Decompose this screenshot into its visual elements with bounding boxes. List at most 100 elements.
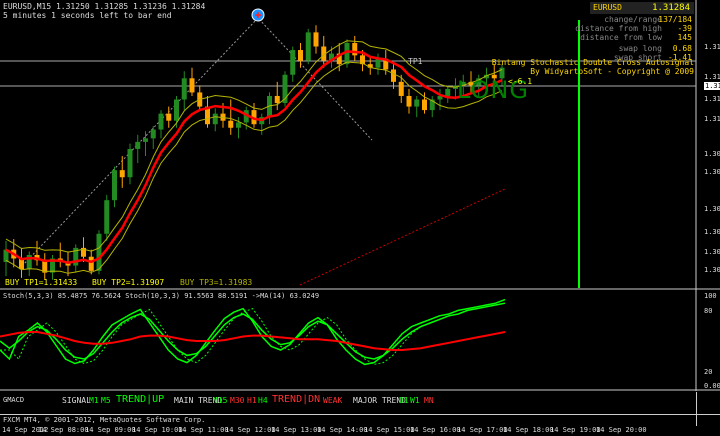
candle-bull — [127, 148, 133, 178]
trend-up-label: TREND|UP — [116, 394, 165, 405]
candle-bull — [104, 200, 110, 234]
candle-bull — [236, 122, 241, 128]
candle-bull — [112, 170, 117, 201]
stoch-tick: 100 — [704, 292, 717, 300]
price-tick: 1.30910 — [704, 150, 720, 158]
row-label: change/range — [604, 15, 662, 24]
price-chart[interactable]: ✚ — [0, 0, 720, 290]
candle-bull — [150, 129, 156, 139]
candle-bull — [96, 233, 102, 271]
candle-bear — [298, 50, 303, 61]
h4-label: H4 — [258, 396, 268, 405]
w1-label: W1 — [410, 396, 420, 405]
stoch-signal-line — [0, 302, 506, 365]
time-tick: 14 Sep 12:00 — [225, 426, 276, 434]
d1-label: D1 — [399, 396, 409, 405]
candle-bear — [313, 32, 319, 47]
ma-lower-band — [5, 61, 503, 274]
row-value: 137/184 — [658, 15, 692, 24]
candle-bear — [228, 120, 234, 128]
ma-red-line — [5, 50, 503, 264]
candle-bull — [174, 99, 179, 121]
time-tick: 14 Sep 18:00 — [503, 426, 554, 434]
mn-label: MN — [424, 396, 434, 405]
row-value: -39 — [677, 24, 692, 33]
panel-symbol: EURUSD — [593, 3, 622, 12]
price-tick: 1.31505 — [704, 43, 720, 51]
candle-bull — [135, 141, 141, 149]
candle-bear — [166, 113, 172, 121]
stoch-tick: 20 — [704, 368, 713, 376]
candle-bear — [119, 170, 125, 178]
row-label: distance from high — [575, 24, 662, 33]
m15-label: M15 — [213, 396, 228, 405]
price-tick: 1.30390 — [704, 228, 720, 236]
svg-text:✚: ✚ — [255, 11, 262, 20]
candle-bear — [189, 78, 195, 93]
buy-tp1-label: BUY TP1=1.31433 — [5, 278, 78, 287]
candle-bear — [422, 99, 427, 111]
row-label: swap long — [618, 44, 662, 53]
candle-bear — [274, 95, 280, 104]
time-tick: 14 Sep 08:00 — [38, 426, 89, 434]
time-tick: 14 Sep 11:00 — [178, 426, 229, 434]
gmacd-panel: GMACD SIGNAL M1 M5 TREND|UP MAIN TREND M… — [0, 392, 720, 415]
price-tick: 1.30280 — [704, 248, 720, 256]
time-tick: 14 Sep 17:00 — [457, 426, 508, 434]
candle-bull — [212, 113, 218, 125]
price-panel: EURUSD 1.31284 — [590, 2, 694, 14]
stochastic-chart[interactable] — [0, 290, 720, 391]
stoch-ma-line — [0, 331, 506, 351]
candle-bear — [406, 95, 412, 107]
row-value: 0.68 — [672, 44, 692, 53]
price-tick: 1.30800 — [704, 168, 720, 176]
candle-bull — [445, 88, 451, 96]
time-tick: 14 Sep 09:00 — [85, 426, 136, 434]
tp1-label: TP1 — [408, 57, 423, 66]
arrow-label: <-6.1 — [508, 77, 533, 86]
signal-label: SIGNAL — [62, 396, 91, 405]
copyright-text: By WidyartoSoft - Copyright @ 2009 — [530, 67, 694, 76]
gmacd-label: GMACD — [3, 396, 25, 404]
stoch-slow-line — [0, 302, 506, 360]
footer-copyright: FXCM MT4, © 2001-2012, MetaQuotes Softwa… — [3, 416, 206, 424]
m30-label: M30 — [230, 396, 245, 405]
time-tick: 14 Sep 16:00 — [410, 426, 461, 434]
price-tick: 1.30590 — [704, 205, 720, 213]
price-tick: 1.31255 — [704, 95, 720, 103]
time-tick: 14 Sep 10:00 — [132, 426, 183, 434]
red-dotted-line — [299, 188, 506, 286]
candle-bull — [181, 78, 187, 100]
time-tick: 14 Sep 14:00 — [317, 426, 368, 434]
row-value: 145 — [677, 33, 692, 42]
price-tick: 1.31330 — [704, 73, 720, 81]
m1-label: M1 — [89, 396, 99, 405]
candle-bear — [398, 81, 404, 96]
time-tick: 14 Sep 19:00 — [550, 426, 601, 434]
buy-tp3-label: BUY TP3=1.31983 — [180, 278, 253, 287]
candle-bull — [305, 32, 311, 61]
indicator-name: Bintang Stochastic Double Cross Autosign… — [491, 58, 694, 67]
time-tick: 14 Sep 13:00 — [271, 426, 322, 434]
price-tick: 1.30070 — [704, 266, 720, 274]
price-tick: 1.31120 — [704, 115, 720, 123]
row-label: distance from low — [580, 33, 662, 42]
candle-bull — [143, 138, 148, 142]
stoch-tick: 0.00 — [704, 382, 720, 390]
candle-bear — [352, 42, 358, 56]
weak-label: WEAK — [323, 396, 343, 405]
buy-tp2-label: BUY TP2=1.31907 — [92, 278, 165, 287]
m5-label: M5 — [101, 396, 111, 405]
candle-bull — [290, 50, 296, 75]
time-tick: 14 Sep 15:00 — [364, 426, 415, 434]
ma-upper-band — [5, 40, 503, 253]
stoch-tick: 80 — [704, 307, 713, 315]
current-price-tick: 1.31284 — [704, 82, 720, 90]
candle-bull — [414, 99, 420, 107]
time-tick: 14 Sep 20:00 — [596, 426, 647, 434]
h1-label: H1 — [247, 396, 257, 405]
candle-bull — [375, 58, 381, 68]
fib-trendline — [21, 17, 373, 267]
candle-bear — [391, 69, 396, 82]
trend-dn-label: TREND|DN — [272, 394, 321, 405]
